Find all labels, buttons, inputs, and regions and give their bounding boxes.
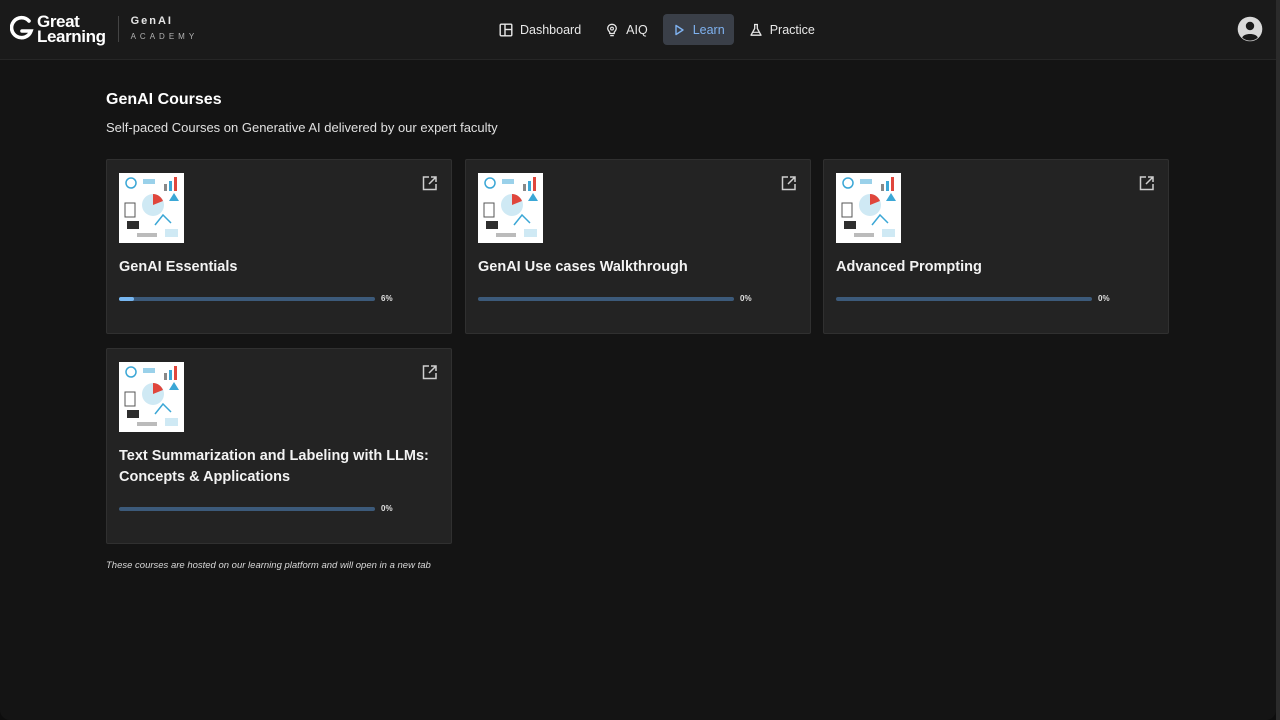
course-thumbnail [478, 173, 543, 243]
course-progress-bar [119, 507, 375, 511]
main-nav: Dashboard AIQ Learn Practice [490, 14, 824, 45]
lightbulb-icon [607, 23, 618, 36]
course-progress-bar [836, 297, 1092, 301]
nav-aiq-label: AIQ [626, 22, 648, 37]
nav-practice[interactable]: Practice [740, 14, 824, 45]
user-avatar-icon[interactable] [1237, 16, 1263, 42]
great-learning-g-icon [10, 15, 34, 40]
course-thumbnail [119, 173, 184, 243]
great-learning-logo[interactable]: Great Learning GenAI ACADEMY [10, 12, 198, 46]
course-card-genai-essentials[interactable]: GenAI Essentials 6% [106, 159, 452, 334]
product-subname: ACADEMY [130, 32, 199, 41]
dashboard-icon [499, 23, 513, 37]
open-external-icon[interactable] [421, 364, 438, 381]
flask-icon [750, 23, 762, 36]
course-thumbnail [119, 362, 184, 432]
course-title: GenAI Essentials [119, 259, 238, 275]
top-header: Great Learning GenAI ACADEMY Dashboard A… [0, 0, 1276, 60]
hosting-footnote: These courses are hosted on our learning… [106, 560, 431, 571]
app-window: Great Learning GenAI ACADEMY Dashboard A… [0, 0, 1276, 720]
nav-practice-label: Practice [769, 22, 815, 37]
course-card-text-summarization[interactable]: Text Summarization and Labeling with LLM… [106, 348, 452, 544]
course-card-genai-use-cases[interactable]: GenAI Use cases Walkthrough 0% [465, 159, 811, 334]
course-title: Text Summarization and Labeling with LLM… [119, 448, 429, 485]
genai-academy-label: GenAI ACADEMY [131, 14, 199, 44]
course-progress-fill [119, 297, 135, 301]
window-edge [1276, 0, 1280, 720]
nav-dashboard-label: Dashboard [520, 22, 582, 37]
course-card-advanced-prompting[interactable]: Advanced Prompting 0% [823, 159, 1169, 334]
nav-learn[interactable]: Learn [662, 14, 734, 45]
open-external-icon[interactable] [780, 175, 797, 192]
course-progress-label: 0% [740, 294, 752, 303]
page-title: GenAI Courses [106, 91, 222, 108]
open-external-icon[interactable] [421, 175, 438, 192]
page-subtitle: Self-paced Courses on Generative AI deli… [106, 120, 498, 135]
brand-wordmark: Great Learning [37, 13, 106, 46]
course-title: Advanced Prompting [836, 259, 982, 275]
course-progress-bar [119, 297, 375, 301]
course-thumbnail [836, 173, 901, 243]
open-external-icon[interactable] [1138, 175, 1155, 192]
course-progress-label: 0% [1098, 294, 1110, 303]
logo-divider [117, 16, 119, 42]
brand-line2: Learning [37, 27, 106, 46]
play-icon [675, 24, 684, 35]
nav-dashboard[interactable]: Dashboard [490, 14, 590, 45]
course-progress-label: 0% [381, 504, 393, 513]
nav-aiq[interactable]: AIQ [596, 14, 657, 45]
course-progress-bar [478, 297, 734, 301]
product-name: GenAI [130, 15, 173, 27]
nav-learn-label: Learn [692, 22, 725, 37]
course-progress-label: 6% [381, 294, 393, 303]
course-title: GenAI Use cases Walkthrough [478, 259, 688, 275]
